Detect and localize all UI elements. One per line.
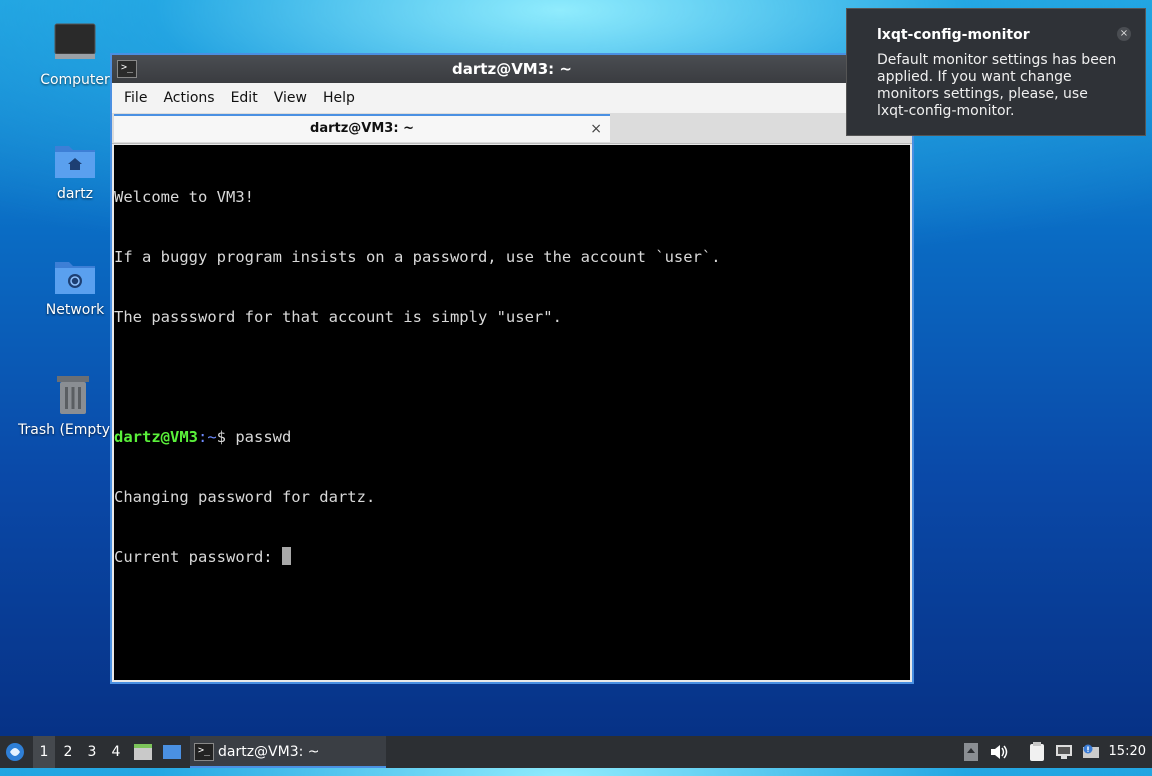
terminal-line: The passsword for that account is simply… (114, 308, 562, 326)
file-manager-icon (134, 744, 152, 760)
desktop-icon (163, 745, 181, 759)
tab-close-button[interactable]: × (590, 116, 602, 142)
taskbar: 1 2 3 4 >_ dartz@VM3: ~ 15:20 (0, 736, 1152, 768)
window-title: dartz@VM3: ~ (452, 60, 572, 78)
file-manager-launcher[interactable] (133, 736, 155, 768)
clipboard-button[interactable] (1028, 736, 1048, 768)
home-folder-icon (55, 146, 95, 178)
terminal-prompt-line: dartz@VM3:~$ passwd (114, 427, 910, 447)
tab-label: dartz@VM3: ~ (310, 121, 414, 136)
terminal-output[interactable]: Welcome to VM3! If a buggy program insis… (114, 145, 910, 680)
terminal-icon: >_ (194, 743, 214, 761)
taskbar-task-terminal[interactable]: >_ dartz@VM3: ~ (190, 736, 386, 768)
desktop-icon-label: Trash (Empty) (18, 422, 110, 438)
menu-view[interactable]: View (266, 90, 315, 106)
show-desktop-button[interactable] (162, 736, 184, 768)
menu-help[interactable]: Help (315, 90, 363, 106)
terminal-line: If a buggy program insists on a password… (114, 248, 721, 266)
notification-title: lxqt-config-monitor (877, 27, 1030, 43)
notification-close-button[interactable]: × (1117, 27, 1131, 41)
password-prompt: Current password: (114, 548, 282, 566)
prompt-command: passwd (235, 428, 292, 446)
prompt-user: dartz@VM3 (114, 428, 198, 446)
menu-file[interactable]: File (116, 90, 155, 106)
workspace-3[interactable]: 3 (81, 736, 103, 768)
updates-button[interactable] (1082, 736, 1102, 768)
main-menu-button[interactable] (4, 736, 28, 768)
network-button[interactable] (1055, 736, 1075, 768)
notification-tray-icon (1083, 744, 1099, 758)
clock[interactable]: 15:20 (1109, 736, 1146, 768)
notification-popup[interactable]: lxqt-config-monitor × Default monitor se… (846, 8, 1146, 136)
arrow-up-icon (964, 743, 978, 761)
menu-edit[interactable]: Edit (223, 90, 266, 106)
text-cursor (281, 547, 291, 565)
tab-terminal[interactable]: dartz@VM3: ~ × (114, 114, 610, 142)
tab-bar: dartz@VM3: ~ × (112, 113, 912, 144)
terminal-line: Changing password for dartz. (114, 488, 376, 506)
volume-button[interactable] (990, 736, 1010, 768)
computer-icon (54, 23, 96, 59)
window-titlebar[interactable]: >_ dartz@VM3: ~ (112, 55, 912, 83)
workspace-2[interactable]: 2 (57, 736, 79, 768)
lxqt-logo-icon (6, 743, 24, 761)
menu-bar: File Actions Edit View Help (112, 83, 912, 113)
tray-up-arrow[interactable] (964, 736, 980, 768)
terminal-window[interactable]: >_ dartz@VM3: ~ File Actions Edit View H… (110, 53, 914, 684)
trash-icon (57, 376, 89, 414)
clipboard-icon (1030, 742, 1044, 761)
notification-body: Default monitor settings has been applie… (877, 52, 1117, 119)
network-folder-icon (55, 262, 95, 294)
task-label: dartz@VM3: ~ (218, 744, 320, 760)
workspace-1[interactable]: 1 (33, 736, 55, 768)
workspace-4[interactable]: 4 (105, 736, 127, 768)
network-icon (1056, 745, 1072, 759)
terminal-line: Welcome to VM3! (114, 188, 254, 206)
speaker-icon (991, 745, 1008, 759)
prompt-symbol: $ (216, 428, 236, 446)
terminal-input-line[interactable]: Current password: (114, 547, 910, 567)
prompt-path: :~ (198, 428, 217, 446)
menu-actions[interactable]: Actions (155, 90, 222, 106)
